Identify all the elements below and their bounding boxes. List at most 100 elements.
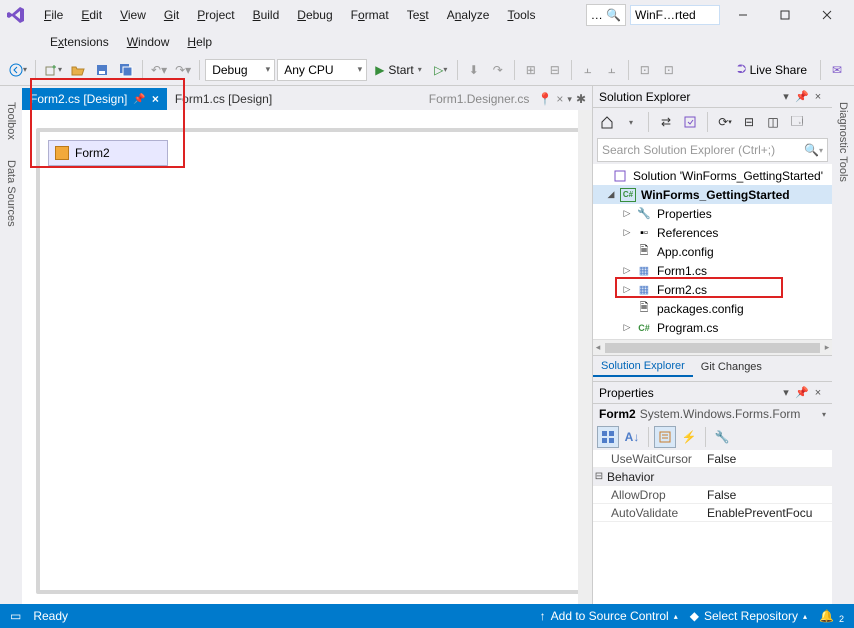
pin-icon[interactable]: 📌	[133, 94, 145, 105]
bell-icon: 🔔	[819, 609, 834, 623]
tree-solution-root[interactable]: Solution 'WinForms_GettingStarted'	[593, 166, 832, 185]
panel-dropdown-icon[interactable]: ▾	[778, 89, 794, 105]
tree-hscroll[interactable]: ◂▸	[593, 339, 832, 355]
tab-dropdown-icon[interactable]: ▾	[567, 94, 572, 105]
form-file-icon: ▦	[636, 283, 652, 297]
align2-button[interactable]: ⫠	[601, 59, 623, 81]
se-refresh-icon[interactable]: ⟳▾	[715, 112, 735, 132]
config-combo[interactable]: Debug▾	[205, 59, 275, 81]
prop-cat-behavior[interactable]: ⊟Behavior	[593, 468, 832, 486]
menu-build[interactable]: Build	[245, 4, 288, 26]
panel-close-icon[interactable]: ×	[810, 385, 826, 401]
prop-categorized-icon[interactable]	[597, 426, 619, 448]
prop-autovalidate[interactable]: AutoValidateEnablePreventFocu	[593, 504, 832, 522]
ellipsis: …	[591, 8, 603, 22]
se-showall-icon[interactable]: ◫	[763, 112, 783, 132]
status-select-repo[interactable]: ◆Select Repository▴	[690, 609, 807, 623]
tab-form1-designer-cs[interactable]: Form1.Designer.cs	[425, 88, 534, 110]
panel-dropdown-icon[interactable]: ▾	[778, 385, 794, 401]
panel-close-icon[interactable]: ×	[810, 89, 826, 105]
tab-form2-design[interactable]: Form2.cs [Design]📌×	[22, 88, 167, 110]
close-icon[interactable]: ×	[152, 92, 159, 106]
menu-git[interactable]: Git	[156, 4, 187, 26]
menu-view[interactable]: View	[112, 4, 154, 26]
minimize-button[interactable]	[722, 1, 764, 29]
form-window[interactable]: Form2	[48, 140, 168, 166]
grid1-button[interactable]: ⊞	[520, 59, 542, 81]
tab-gear-icon[interactable]: ✱	[576, 92, 586, 106]
prop-props-icon[interactable]	[654, 426, 676, 448]
menu-format[interactable]: Format	[343, 4, 397, 26]
open-button[interactable]	[67, 59, 89, 81]
back-button[interactable]: ▾	[6, 59, 30, 81]
tab-close-icon[interactable]: ×	[556, 92, 563, 106]
prop-alpha-icon[interactable]: A↓	[621, 426, 643, 448]
tree-program[interactable]: ▷C#Program.cs	[593, 318, 832, 337]
tab1-button[interactable]: ⊡	[634, 59, 656, 81]
menu-file[interactable]: File	[36, 4, 71, 26]
grid2-button[interactable]: ⊟	[544, 59, 566, 81]
menu-edit[interactable]: Edit	[73, 4, 110, 26]
se-sync-icon[interactable]: ⇄	[656, 112, 676, 132]
tree-form2[interactable]: ▷▦Form2.cs	[593, 280, 832, 299]
step-button[interactable]: ⬇	[463, 59, 485, 81]
diagnostic-tools-tab[interactable]: Diagnostic Tools	[835, 92, 851, 192]
redo-button[interactable]: ↷▾	[172, 59, 194, 81]
liveshare-button[interactable]: ⮊ Live Share	[729, 59, 815, 81]
se-collapse-icon[interactable]: ⊟	[739, 112, 759, 132]
solution-explorer-title: Solution Explorer	[599, 90, 690, 104]
tree-appconfig[interactable]: 🗎App.config	[593, 242, 832, 261]
se-search[interactable]: Search Solution Explorer (Ctrl+;) 🔍▾	[597, 138, 828, 162]
status-add-source-control[interactable]: ↑Add to Source Control▴	[540, 609, 678, 623]
search-box[interactable]: … 🔍	[586, 4, 626, 26]
menu-debug[interactable]: Debug	[289, 4, 340, 26]
prop-wrench-icon[interactable]: 🔧	[711, 426, 733, 448]
prop-allowdrop[interactable]: AllowDropFalse	[593, 486, 832, 504]
undo-button[interactable]: ↶▾	[148, 59, 170, 81]
se-dd[interactable]: ▾	[621, 112, 641, 132]
menu-project[interactable]: Project	[189, 4, 242, 26]
align1-button[interactable]: ⫠	[577, 59, 599, 81]
tree-packages[interactable]: 🗎packages.config	[593, 299, 832, 318]
solution-title-chip[interactable]: WinF…rted	[630, 5, 720, 25]
feedback-button[interactable]: ✉	[826, 59, 848, 81]
menu-help[interactable]: Help	[179, 31, 220, 53]
tree-properties[interactable]: ▷🔧Properties	[593, 204, 832, 223]
menu-analyze[interactable]: Analyze	[439, 4, 498, 26]
menu-window[interactable]: Window	[119, 31, 178, 53]
tree-form1[interactable]: ▷▦Form1.cs	[593, 261, 832, 280]
tab-preview-pin-icon[interactable]: 📍	[537, 92, 552, 106]
bottomtab-solution-explorer[interactable]: Solution Explorer	[593, 357, 693, 377]
save-button[interactable]	[91, 59, 113, 81]
prop-events-icon[interactable]: ⚡	[678, 426, 700, 448]
save-all-button[interactable]	[115, 59, 137, 81]
tab-form1-design[interactable]: Form1.cs [Design]	[167, 88, 280, 110]
tree-project[interactable]: ◢C#WinForms_GettingStarted	[593, 185, 832, 204]
panel-pin-icon[interactable]: 📌	[794, 89, 810, 105]
se-home-icon[interactable]	[597, 112, 617, 132]
panel-pin-icon[interactable]: 📌	[794, 385, 810, 401]
menu-tools[interactable]: Tools	[499, 4, 543, 26]
design-surface[interactable]: Form2	[36, 128, 586, 594]
start-button[interactable]: ▶Start▾	[369, 59, 428, 81]
close-button[interactable]	[806, 1, 848, 29]
status-notifications[interactable]: 🔔2	[819, 609, 844, 623]
vertical-scrollbar[interactable]	[578, 110, 592, 604]
menu-test[interactable]: Test	[399, 4, 437, 26]
maximize-button[interactable]	[764, 1, 806, 29]
se-properties-icon[interactable]: 🗔	[787, 112, 807, 132]
step2-button[interactable]: ↷	[487, 59, 509, 81]
datasources-tab[interactable]: Data Sources	[3, 150, 19, 237]
prop-usewaitcursor[interactable]: UseWaitCursorFalse	[593, 450, 832, 468]
new-item-button[interactable]: ▾	[41, 59, 65, 81]
tree-references[interactable]: ▷▪▫References	[593, 223, 832, 242]
platform-combo[interactable]: Any CPU▾	[277, 59, 367, 81]
toolbox-tab[interactable]: Toolbox	[3, 92, 19, 150]
search-icon: 🔍	[606, 8, 621, 22]
status-window-icon[interactable]: ▭	[10, 609, 21, 623]
se-pending-icon[interactable]	[680, 112, 700, 132]
menu-extensions[interactable]: Extensions	[42, 31, 117, 53]
bottomtab-git-changes[interactable]: Git Changes	[693, 358, 770, 376]
tab2-button[interactable]: ⊡	[658, 59, 680, 81]
start-nodbg-button[interactable]: ▷▾	[430, 59, 452, 81]
